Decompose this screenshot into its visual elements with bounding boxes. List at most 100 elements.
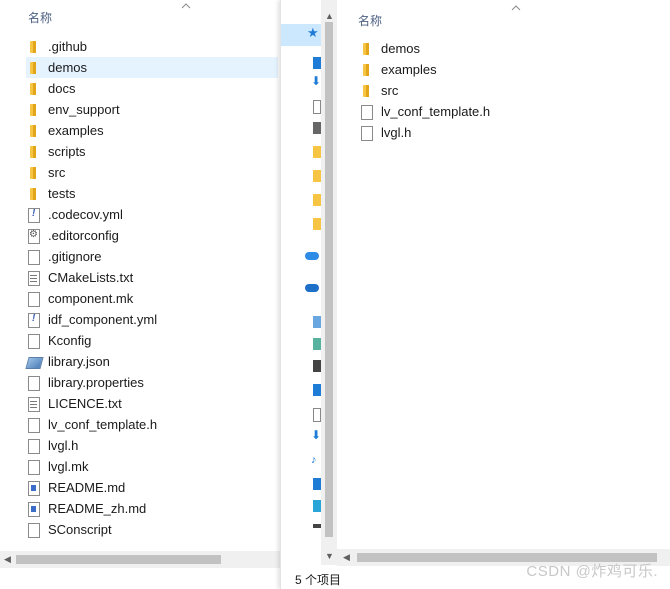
left-name-column-header[interactable]: 名称 bbox=[28, 9, 52, 26]
file-item[interactable]: lvgl.h bbox=[359, 122, 489, 143]
scroll-up-arrow-icon[interactable]: ▲ bbox=[325, 12, 334, 21]
item-label: examples bbox=[381, 62, 437, 77]
file-item[interactable]: .gitignore bbox=[26, 246, 278, 267]
documents-icon[interactable] bbox=[313, 100, 321, 114]
item-label: README.md bbox=[48, 480, 126, 495]
nav-vertical-scrollbar[interactable]: ▲ ▼ bbox=[321, 0, 337, 565]
desktop-icon[interactable] bbox=[313, 57, 321, 69]
nav-downloads-icon[interactable]: ⬇ bbox=[311, 428, 321, 442]
item-label: lvgl.h bbox=[48, 438, 79, 453]
folder-item[interactable]: demos bbox=[26, 57, 278, 78]
nav-desktop-icon[interactable] bbox=[313, 478, 321, 490]
file-item[interactable]: lv_conf_template.h bbox=[359, 101, 491, 122]
markdown-file-icon bbox=[26, 480, 42, 496]
download-icon[interactable]: ⬇ bbox=[311, 74, 321, 88]
sort-up-icon bbox=[511, 5, 521, 11]
item-label: src bbox=[48, 165, 66, 180]
nav-folder-icon[interactable] bbox=[313, 194, 321, 206]
folder-item[interactable]: .github bbox=[26, 36, 278, 57]
item-label: .editorconfig bbox=[48, 228, 119, 243]
nav-scrollbar-thumb[interactable] bbox=[325, 22, 333, 537]
scroll-down-arrow-icon[interactable]: ▼ bbox=[325, 552, 334, 561]
item-label: scripts bbox=[48, 144, 86, 159]
file-icon bbox=[26, 522, 42, 538]
right-name-column-header[interactable]: 名称 bbox=[358, 12, 382, 29]
windows-drive-icon[interactable] bbox=[313, 500, 321, 512]
item-label: src bbox=[381, 83, 399, 98]
markdown-file-icon bbox=[26, 501, 42, 517]
item-label: docs bbox=[48, 81, 76, 96]
item-label: demos bbox=[48, 60, 88, 75]
folder-item[interactable]: examples bbox=[359, 59, 489, 80]
videos-icon[interactable] bbox=[313, 360, 321, 372]
item-label: .gitignore bbox=[48, 249, 102, 264]
scroll-left-arrow-icon[interactable]: ◀ bbox=[343, 553, 350, 562]
item-count-status: 5 个项目 bbox=[295, 573, 342, 587]
file-item[interactable]: component.mk bbox=[26, 288, 278, 309]
item-label: component.mk bbox=[48, 291, 134, 306]
file-item[interactable]: SConscript bbox=[26, 519, 278, 540]
file-icon bbox=[26, 291, 42, 307]
left-scrollbar-thumb[interactable] bbox=[16, 555, 221, 564]
folder-item[interactable]: env_support bbox=[26, 99, 278, 120]
nav-documents-icon[interactable] bbox=[313, 408, 321, 422]
left-horizontal-scrollbar[interactable]: ◀ bbox=[0, 551, 280, 568]
file-item[interactable]: library.properties bbox=[26, 372, 278, 393]
item-label: CMakeLists.txt bbox=[48, 270, 134, 285]
folder-item[interactable]: examples bbox=[26, 120, 278, 141]
folder-icon bbox=[26, 144, 42, 160]
folder-item[interactable]: src bbox=[26, 162, 278, 183]
folder-item[interactable]: demos bbox=[359, 38, 489, 59]
left-explorer-window: 名称 .github demos docs env_support examples sc… bbox=[0, 0, 280, 589]
config-file-icon bbox=[26, 228, 42, 244]
folder-icon bbox=[359, 83, 375, 99]
item-label: library.properties bbox=[48, 375, 144, 390]
watermark: CSDN @炸鸡可乐. bbox=[526, 563, 658, 580]
nav-folder-icon[interactable] bbox=[313, 170, 321, 182]
file-item[interactable]: LICENCE.txt bbox=[26, 393, 278, 414]
nav-folder-icon[interactable] bbox=[313, 146, 321, 158]
folder-item[interactable]: tests bbox=[26, 183, 278, 204]
file-item[interactable]: README.md bbox=[26, 477, 278, 498]
cloud-icon[interactable] bbox=[305, 252, 319, 260]
navigation-pane[interactable]: ★ ⬇ ⬇ ♪ bbox=[281, 20, 321, 540]
item-label: lvgl.mk bbox=[48, 459, 89, 474]
item-label: tests bbox=[48, 186, 76, 201]
item-label: library.json bbox=[48, 354, 110, 369]
item-label: .codecov.yml bbox=[48, 207, 123, 222]
file-item[interactable]: lvgl.h bbox=[26, 435, 278, 456]
nav-pictures-icon[interactable] bbox=[313, 384, 321, 396]
file-icon bbox=[26, 417, 42, 433]
folder-item[interactable]: src bbox=[359, 80, 489, 101]
folder-icon bbox=[26, 186, 42, 202]
file-item[interactable]: lvgl.mk bbox=[26, 456, 278, 477]
file-item[interactable]: library.json bbox=[26, 351, 278, 372]
3d-objects-icon[interactable] bbox=[313, 338, 321, 350]
scroll-left-arrow-icon[interactable]: ◀ bbox=[4, 555, 11, 564]
this-pc-icon[interactable] bbox=[313, 316, 321, 328]
item-label: lv_conf_template.h bbox=[381, 104, 491, 119]
file-item[interactable]: lv_conf_template.h bbox=[26, 414, 278, 435]
file-icon bbox=[26, 333, 42, 349]
file-item[interactable]: Kconfig bbox=[26, 330, 278, 351]
folder-icon bbox=[26, 60, 42, 76]
folder-item[interactable]: docs bbox=[26, 78, 278, 99]
text-file-icon bbox=[26, 270, 42, 286]
file-item[interactable]: .codecov.yml bbox=[26, 204, 278, 225]
onedrive-icon[interactable] bbox=[305, 284, 319, 292]
pictures-icon[interactable] bbox=[313, 122, 321, 134]
star-icon: ★ bbox=[307, 25, 319, 40]
item-label: SConscript bbox=[48, 522, 112, 537]
file-item[interactable]: .editorconfig bbox=[26, 225, 278, 246]
file-item[interactable]: CMakeLists.txt bbox=[26, 267, 278, 288]
file-item[interactable]: README_zh.md bbox=[26, 498, 278, 519]
item-label: demos bbox=[381, 41, 421, 56]
item-label: LICENCE.txt bbox=[48, 396, 122, 411]
drive-icon[interactable] bbox=[313, 524, 321, 528]
nav-folder-icon[interactable] bbox=[313, 218, 321, 230]
folder-item[interactable]: scripts bbox=[26, 141, 278, 162]
file-icon bbox=[359, 104, 375, 120]
file-item[interactable]: idf_component.yml bbox=[26, 309, 278, 330]
item-label: env_support bbox=[48, 102, 120, 117]
music-icon[interactable]: ♪ bbox=[311, 454, 317, 466]
